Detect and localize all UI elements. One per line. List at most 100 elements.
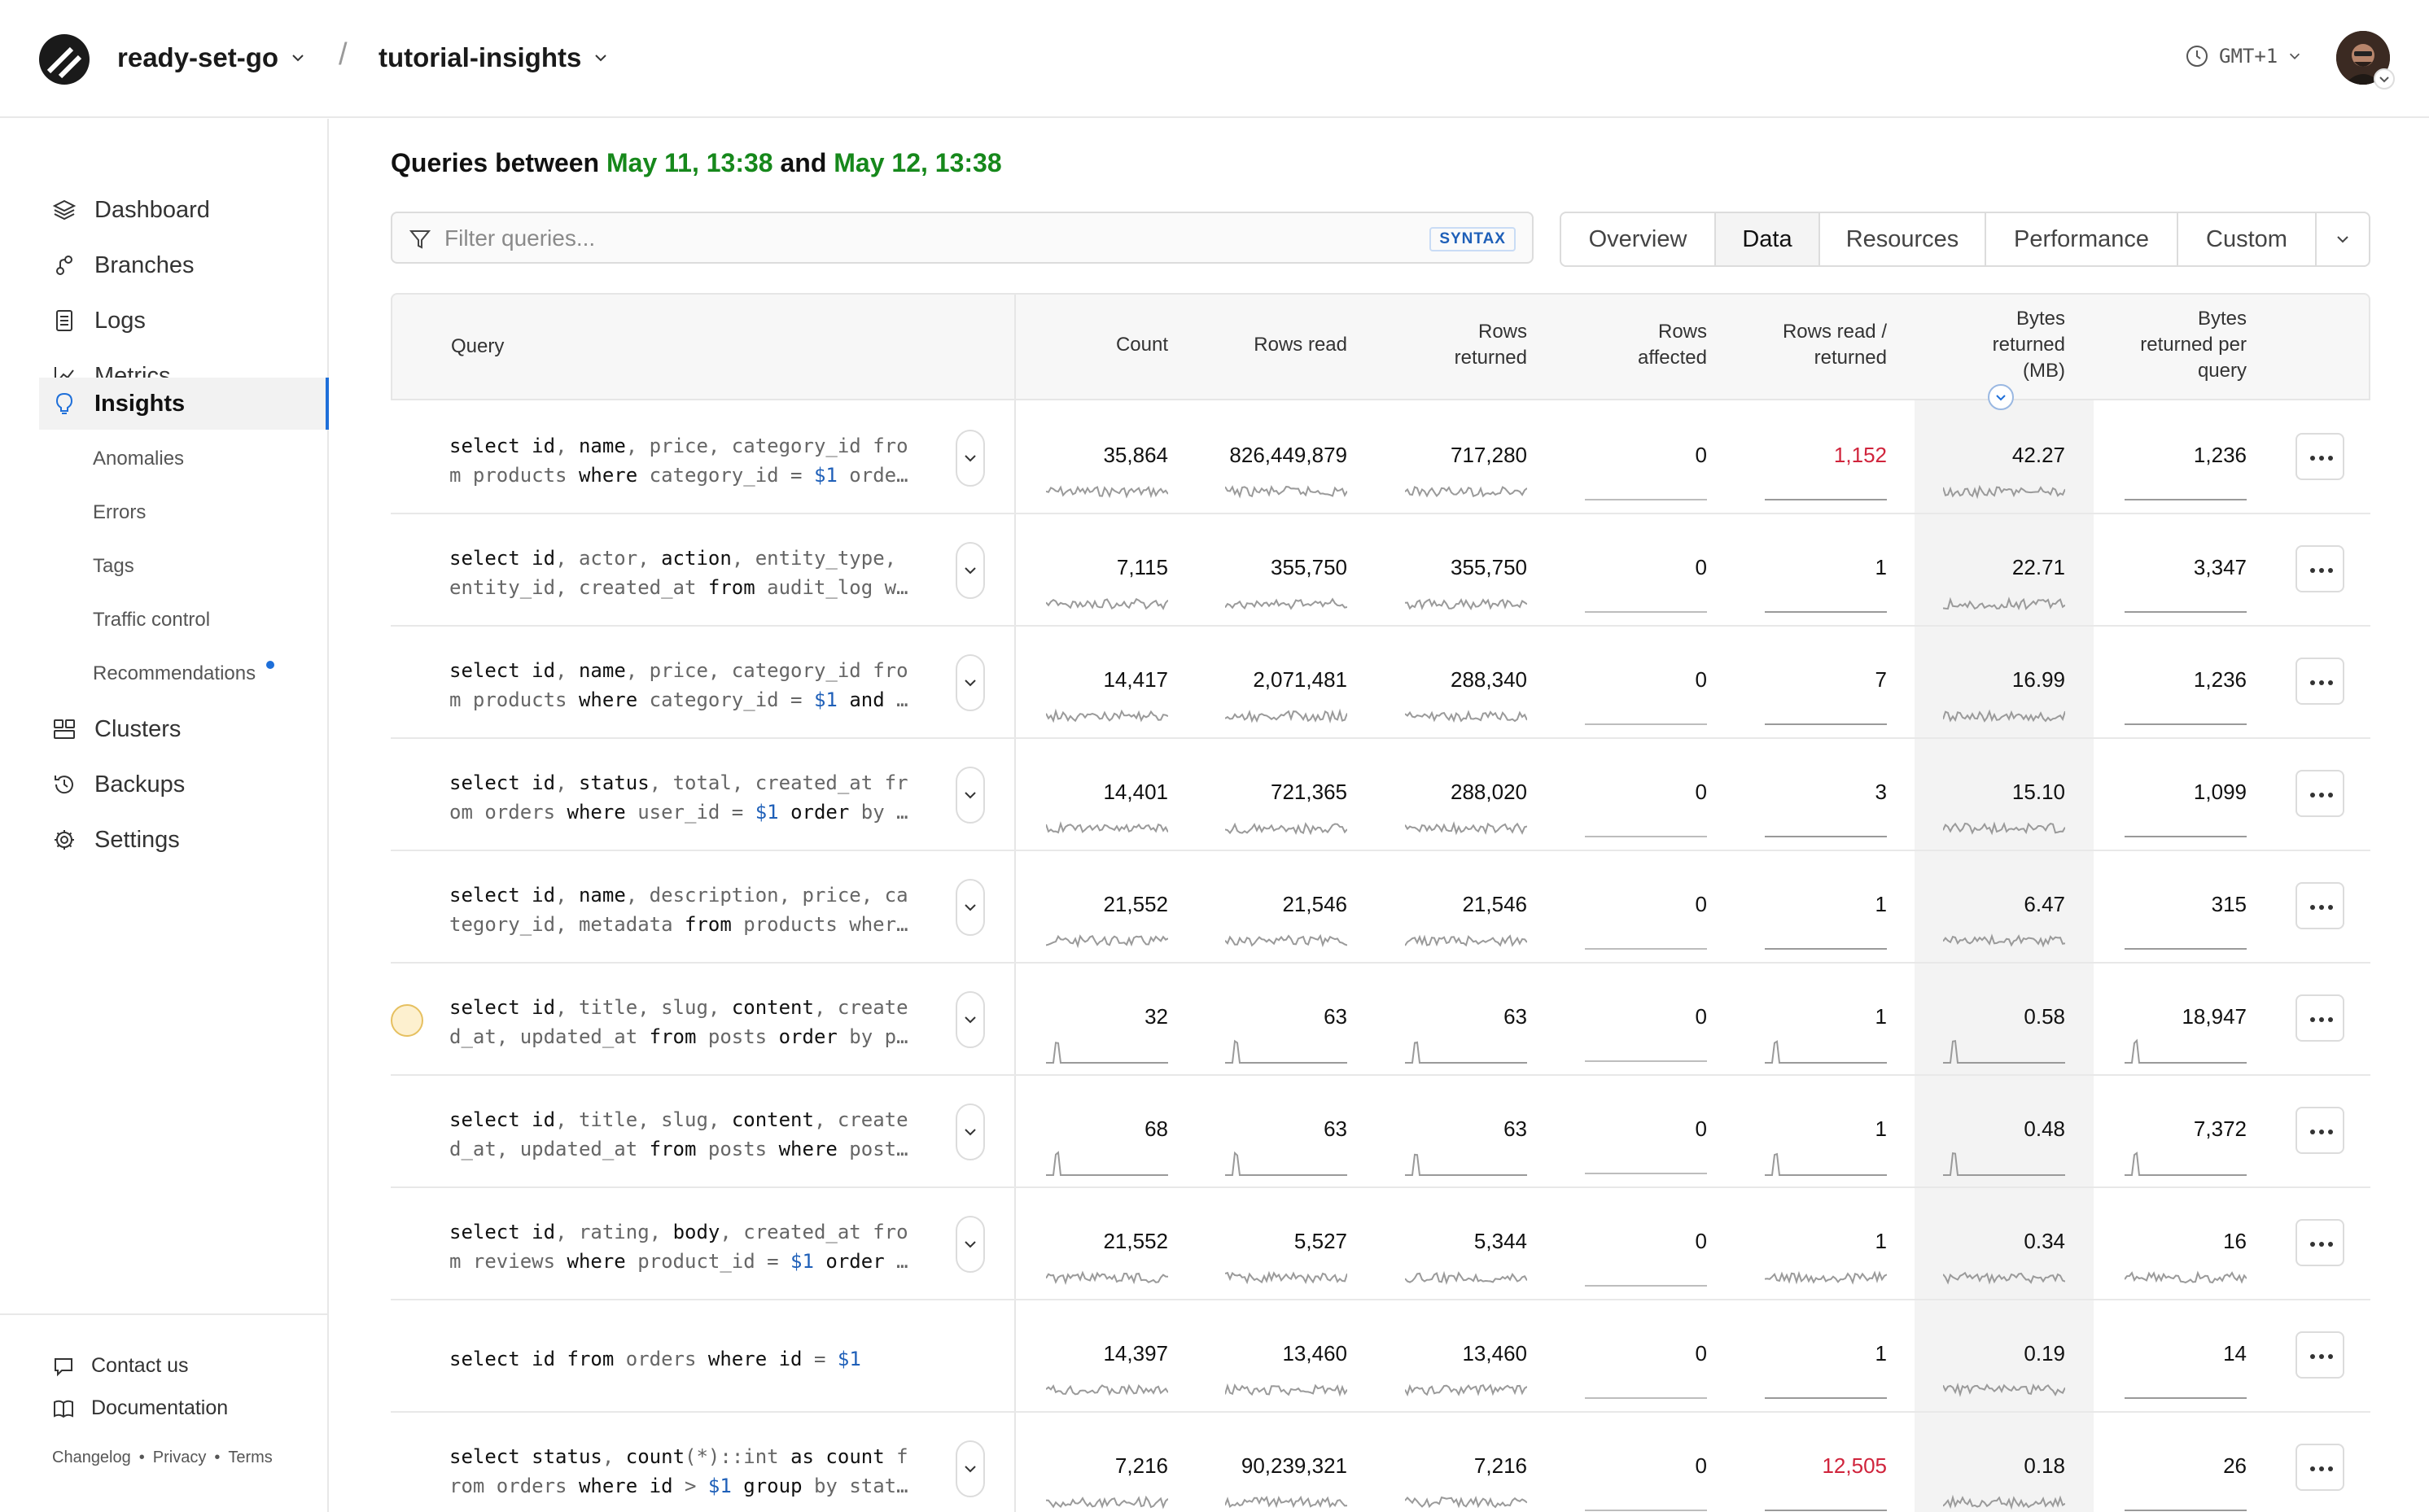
row-actions-button[interactable] — [2296, 433, 2344, 480]
sidebar-item-backups[interactable]: Backups — [39, 758, 329, 811]
row-actions-button[interactable] — [2296, 1331, 2344, 1379]
sidebar-item-dashboard[interactable]: Dashboard — [39, 184, 329, 236]
changelog-link[interactable]: Changelog — [52, 1449, 131, 1467]
cell-bytes-per-query: 1,236 — [2193, 667, 2247, 692]
sidebar-subitem-tags[interactable]: Tags — [93, 555, 134, 578]
tab-custom[interactable]: Custom — [2178, 213, 2317, 265]
filter-input[interactable] — [444, 223, 1340, 254]
terms-link[interactable]: Terms — [228, 1449, 272, 1467]
table-row[interactable]: select id, title, slug, content, create … — [391, 964, 2370, 1076]
cell-bytes-returned-mb: 16.99 — [2011, 667, 2065, 692]
query-text[interactable]: select id, title, slug, content, create … — [449, 993, 921, 1051]
query-text[interactable]: select status, count(*)::int as count f … — [449, 1442, 921, 1501]
sidebar: Dashboard Branches Logs Metrics Insights… — [0, 119, 329, 1512]
expand-query-button[interactable] — [956, 1216, 985, 1273]
privacy-link[interactable]: Privacy — [153, 1449, 207, 1467]
row-actions-button[interactable] — [2296, 770, 2344, 817]
expand-query-button[interactable] — [956, 1103, 985, 1160]
table-row[interactable]: select id, rating, body, created_at fro … — [391, 1188, 2370, 1300]
sparkline-bytes-per-query — [2125, 948, 2247, 950]
row-actions-button[interactable] — [2296, 545, 2344, 592]
sparkline-bytes-returned-mb — [1943, 1040, 2065, 1064]
sidebar-item-logs[interactable]: Logs — [39, 295, 329, 347]
col-header-rows-returned[interactable]: Rows returned — [1455, 319, 1527, 371]
sparkline-count — [1046, 1270, 1168, 1286]
table-row[interactable]: select id, name, price, category_id fro … — [391, 402, 2370, 514]
query-text[interactable]: select id, status, total, created_at fr … — [449, 768, 921, 827]
query-text[interactable]: select id, name, price, category_id fro … — [449, 656, 921, 714]
sidebar-subitem-traffic-control[interactable]: Traffic control — [93, 609, 210, 631]
sidebar-subitem-errors[interactable]: Errors — [93, 501, 146, 524]
start-date[interactable]: May 11, 13:38 — [606, 148, 773, 177]
database-switcher[interactable]: tutorial-insights — [379, 42, 609, 73]
row-actions-button[interactable] — [2296, 1107, 2344, 1154]
tab-resources[interactable]: Resources — [1820, 213, 1986, 265]
end-date[interactable]: May 12, 13:38 — [834, 148, 1001, 177]
table-row[interactable]: select status, count(*)::int as count f … — [391, 1413, 2370, 1512]
query-text[interactable]: select id, rating, body, created_at fro … — [449, 1217, 921, 1276]
tab-data[interactable]: Data — [1716, 213, 1820, 265]
sparkline-count — [1046, 708, 1168, 723]
row-actions-button[interactable] — [2296, 658, 2344, 705]
cell-bytes-returned-mb: 0.18 — [2024, 1453, 2065, 1478]
sidebar-item-branches[interactable]: Branches — [39, 239, 329, 291]
sidebar-subitem-recommendations[interactable]: Recommendations — [93, 662, 256, 685]
query-text[interactable]: select id from orders where id = $1 — [449, 1344, 921, 1374]
sidebar-item-insights[interactable]: Insights — [39, 378, 329, 430]
org-switcher[interactable]: ready-set-go — [117, 42, 306, 73]
tab-overview[interactable]: Overview — [1561, 213, 1716, 265]
logo-icon[interactable] — [37, 33, 91, 86]
row-actions-button[interactable] — [2296, 1219, 2344, 1266]
syntax-button[interactable]: SYNTAX — [1429, 227, 1516, 251]
expand-query-button[interactable] — [956, 654, 985, 711]
expand-query-button[interactable] — [956, 991, 985, 1048]
sidebar-subitem-anomalies[interactable]: Anomalies — [93, 448, 184, 470]
sparkline-rows-read-returned — [1765, 836, 1887, 837]
queries-table: Query Count Rows read Rows returned Rows af… — [391, 293, 2370, 1512]
timezone-selector[interactable]: GMT+1 — [2185, 44, 2302, 68]
sidebar-item-clusters[interactable]: Clusters — [39, 703, 329, 755]
expand-query-button[interactable] — [956, 767, 985, 824]
col-header-rows-read-returned[interactable]: Rows read / returned — [1783, 319, 1887, 371]
expand-query-button[interactable] — [956, 879, 985, 936]
expand-query-button[interactable] — [956, 1440, 985, 1497]
col-header-query[interactable]: Query — [451, 334, 504, 360]
sparkline-rows-read-returned — [1765, 1152, 1887, 1176]
tab-performance[interactable]: Performance — [1986, 213, 2178, 265]
col-header-bytes-per-query[interactable]: Bytes returned per query — [2140, 306, 2247, 384]
avatar-menu-badge[interactable] — [2374, 68, 2395, 90]
row-actions-button[interactable] — [2296, 1444, 2344, 1491]
col-header-rows-read[interactable]: Rows read — [1254, 332, 1347, 358]
table-row[interactable]: select id, name, price, category_id fro … — [391, 627, 2370, 739]
clock-icon — [2186, 46, 2208, 67]
chevron-down-icon — [965, 1129, 976, 1136]
warning-icon[interactable] — [391, 1004, 423, 1037]
expand-query-button[interactable] — [956, 430, 985, 487]
query-text[interactable]: select id, actor, action, entity_type, e… — [449, 544, 921, 602]
chevron-down-icon — [965, 1466, 976, 1473]
col-header-count[interactable]: Count — [1116, 332, 1168, 358]
row-actions-button[interactable] — [2296, 994, 2344, 1042]
cell-count: 14,401 — [1103, 780, 1168, 804]
expand-query-button[interactable] — [956, 542, 985, 599]
row-actions-button[interactable] — [2296, 882, 2344, 929]
sidebar-item-settings[interactable]: Settings — [39, 814, 329, 866]
query-text[interactable]: select id, title, slug, content, create … — [449, 1105, 921, 1164]
col-header-bytes-returned-mb[interactable]: Bytes returned (MB) — [1993, 306, 2065, 384]
table-row[interactable]: select id, name, description, price, ca … — [391, 851, 2370, 964]
documentation-link[interactable]: Documentation — [52, 1396, 228, 1420]
sparkline-bytes-returned-mb — [1943, 1494, 2065, 1510]
table-row[interactable]: select id from orders where id = $1 14,39… — [391, 1300, 2370, 1413]
contact-us-link[interactable]: Contact us — [52, 1354, 189, 1378]
table-row[interactable]: select id, status, total, created_at fr … — [391, 739, 2370, 851]
query-text[interactable]: select id, name, description, price, ca … — [449, 881, 921, 939]
cell-rows-read: 826,449,879 — [1229, 443, 1347, 467]
layers-icon — [52, 199, 77, 221]
col-header-rows-affected[interactable]: Rows affected — [1638, 319, 1707, 371]
tabs-overflow-button[interactable] — [2317, 213, 2369, 265]
query-text[interactable]: select id, name, price, category_id fro … — [449, 431, 921, 490]
table-row[interactable]: select id, actor, action, entity_type, e… — [391, 514, 2370, 627]
chevron-down-icon — [965, 904, 976, 911]
sparkline-rows-returned — [1405, 934, 1527, 947]
table-row[interactable]: select id, title, slug, content, create … — [391, 1076, 2370, 1188]
